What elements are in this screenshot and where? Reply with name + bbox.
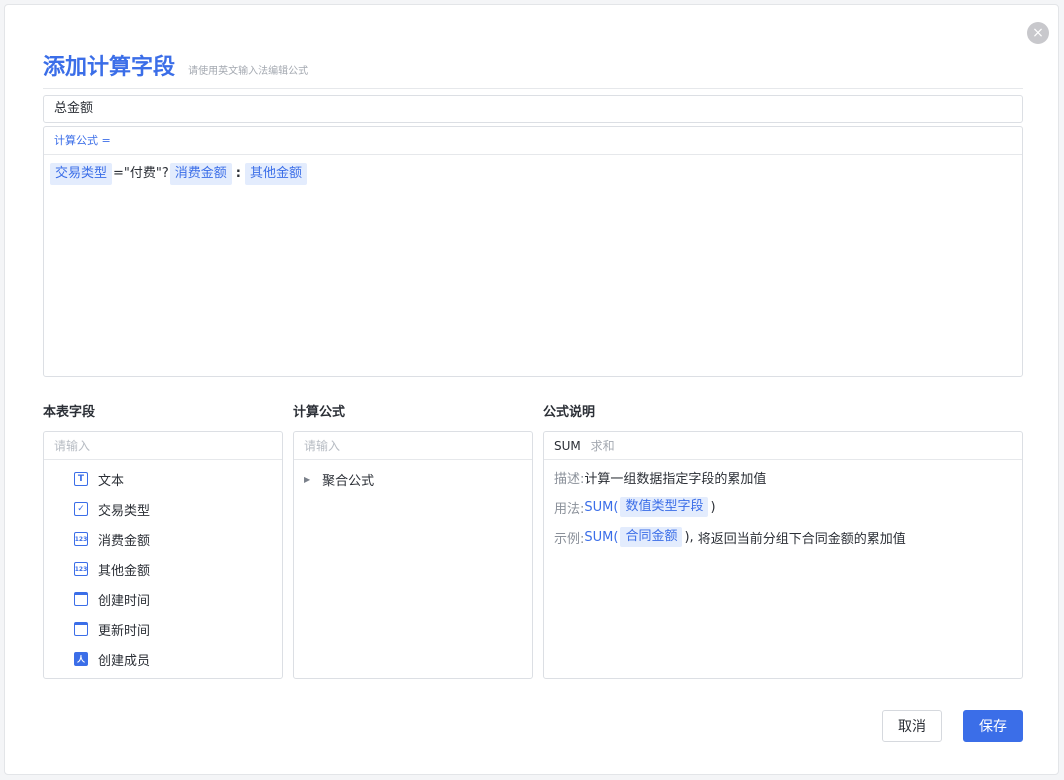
field-item-consumption-amount[interactable]: 123 消费金额 <box>44 524 282 554</box>
description-panel: SUM 求和 描述: 计算一组数据指定字段的累加值 用法: SUM( 数值类型字… <box>543 431 1023 679</box>
category-label: 聚合公式 <box>322 473 375 489</box>
example-function: SUM( <box>584 529 619 545</box>
function-alias: 求和 <box>590 439 615 453</box>
formula-field-tag[interactable]: 交易类型 <box>50 163 113 185</box>
example-text: 将返回当前分组下合同金额的累加值 <box>697 531 906 547</box>
formula-editor[interactable]: 计算公式 = 交易类型 ="付费"? 消费金额: 其他金额 <box>43 126 1023 377</box>
add-calculated-field-dialog: × 添加计算字段 请使用英文输入法编辑公式 总金额 计算公式 = 交易类型 ="付… <box>4 4 1059 775</box>
field-name-input[interactable]: 总金额 <box>43 95 1023 123</box>
field-item-label: 创建成员 <box>98 653 151 669</box>
usage-close: ) <box>710 499 716 515</box>
description-value: 计算一组数据指定字段的累加值 <box>584 471 767 487</box>
usage-argument-tag: 数值类型字段 <box>620 497 709 517</box>
usage-function: SUM( <box>584 499 619 515</box>
formula-field-tag[interactable]: 消费金额 <box>169 163 232 185</box>
formula-label: 计算公式 = <box>44 127 1022 155</box>
example-close: ), <box>684 529 694 545</box>
field-item-label: 创建时间 <box>98 593 151 609</box>
formula-expression[interactable]: 交易类型 ="付费"? 消费金额: 其他金额 <box>44 155 1022 193</box>
formula-operator: ="付费"? <box>113 166 169 181</box>
formula-field-tag[interactable]: 其他金额 <box>245 163 308 185</box>
field-item-label: 文本 <box>98 473 125 489</box>
function-name: SUM <box>554 439 581 453</box>
cancel-button[interactable]: 取消 <box>882 710 942 742</box>
dialog-title: 添加计算字段 <box>43 55 176 80</box>
field-item-label: 消费金额 <box>98 533 151 549</box>
field-list: T 文本 ✓ 交易类型 123 消费金额 123 其他金额 创建时间 更新时间 <box>44 460 282 674</box>
example-argument-tag: 合同金额 <box>620 527 683 547</box>
calendar-icon <box>74 592 88 606</box>
text-icon: T <box>74 472 88 486</box>
field-item-transaction-type[interactable]: ✓ 交易类型 <box>44 494 282 524</box>
function-header: SUM 求和 <box>544 432 1022 460</box>
category-aggregate[interactable]: ▶ 聚合公式 <box>294 464 532 494</box>
save-button[interactable]: 保存 <box>963 710 1023 742</box>
description-key: 描述: <box>554 471 585 487</box>
calendar-icon <box>74 622 88 636</box>
close-icon[interactable]: × <box>1027 22 1049 44</box>
field-item-label: 交易类型 <box>98 503 151 519</box>
field-item-label: 其他金额 <box>98 563 151 579</box>
description-heading: 公式说明 <box>543 405 596 420</box>
dialog-subtitle: 请使用英文输入法编辑公式 <box>188 66 309 77</box>
example-row: 示例: SUM( 合同金额 ), 将返回当前分组下合同金额的累加值 <box>544 522 1022 552</box>
number-icon: 123 <box>74 562 88 576</box>
field-item-label: 更新时间 <box>98 623 151 639</box>
functions-heading: 计算公式 <box>293 405 346 420</box>
checkbox-icon: ✓ <box>74 502 88 516</box>
caret-right-icon: ▶ <box>304 474 311 484</box>
fields-heading: 本表字段 <box>43 405 96 420</box>
formula-operator: : <box>235 166 241 181</box>
dialog-header: 添加计算字段 请使用英文输入法编辑公式 <box>43 49 1023 89</box>
usage-key: 用法: <box>554 501 585 517</box>
field-item-text[interactable]: T 文本 <box>44 464 282 494</box>
person-icon: 人 <box>74 652 88 666</box>
field-item-updated-time[interactable]: 更新时间 <box>44 614 282 644</box>
usage-row: 用法: SUM( 数值类型字段 ) <box>544 492 1022 522</box>
example-key: 示例: <box>554 531 585 547</box>
functions-panel: ▶ 聚合公式 <box>293 431 533 679</box>
number-icon: 123 <box>74 532 88 546</box>
functions-search-input[interactable] <box>294 432 532 460</box>
fields-search-input[interactable] <box>44 432 282 460</box>
fields-panel: T 文本 ✓ 交易类型 123 消费金额 123 其他金额 创建时间 更新时间 <box>43 431 283 679</box>
field-item-other-amount[interactable]: 123 其他金额 <box>44 554 282 584</box>
field-item-created-time[interactable]: 创建时间 <box>44 584 282 614</box>
field-item-creator[interactable]: 人 创建成员 <box>44 644 282 674</box>
description-row: 描述: 计算一组数据指定字段的累加值 <box>544 462 1022 492</box>
